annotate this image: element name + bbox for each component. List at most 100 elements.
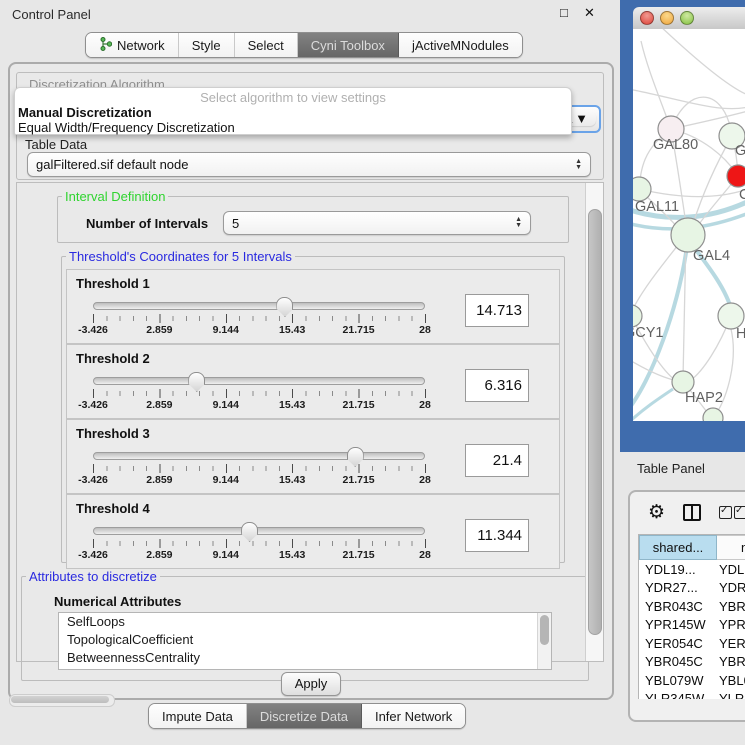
node-label: HAP2 bbox=[685, 390, 723, 406]
cell[interactable]: YPR145W bbox=[639, 617, 715, 632]
slider-ticks bbox=[93, 464, 425, 474]
threshold-2-value-field[interactable]: 6.316 bbox=[465, 369, 529, 402]
interval-definition-group: Interval Definition Number of Intervals … bbox=[57, 189, 569, 243]
cell[interactable]: YER054C bbox=[639, 636, 715, 651]
columns-icon[interactable] bbox=[683, 504, 701, 521]
node-gcy1[interactable] bbox=[633, 305, 642, 327]
slider-tick-labels: -3.426 2.859 9.144 15.43 21.715 28 bbox=[93, 399, 425, 412]
table-horizontal-scrollbar[interactable] bbox=[9, 694, 115, 707]
threshold-3-label: Threshold 3 bbox=[76, 426, 150, 441]
tick-label: 21.715 bbox=[343, 324, 375, 336]
table-panel-title: Table Panel bbox=[637, 461, 705, 476]
table-row[interactable]: YPR145WYPR1 bbox=[639, 616, 745, 635]
checkbox-icon[interactable] bbox=[734, 506, 745, 519]
zoom-window-icon[interactable] bbox=[680, 11, 694, 25]
algorithm-option-manual[interactable]: Manual Discretization bbox=[15, 105, 571, 120]
threshold-1-value-field[interactable]: 14.713 bbox=[465, 294, 529, 327]
slider-tick-labels: -3.426 2.859 9.144 15.43 21.715 28 bbox=[93, 549, 425, 562]
table-row[interactable]: YDR27...YDR2 bbox=[639, 579, 745, 598]
cell[interactable]: YBR0 bbox=[715, 599, 745, 614]
gear-icon[interactable]: ⚙ bbox=[648, 503, 665, 522]
minimize-window-icon[interactable] bbox=[660, 11, 674, 25]
slider-ticks bbox=[93, 314, 425, 324]
algorithm-dropdown-popup: Select algorithm to view settings Manual… bbox=[14, 87, 572, 135]
column-header-shared[interactable]: shared... bbox=[639, 535, 717, 560]
threshold-3-value-field[interactable]: 21.4 bbox=[465, 444, 529, 477]
number-of-intervals-value: 5 bbox=[232, 216, 239, 231]
numerical-attributes-list[interactable]: SelfLoops TopologicalCoefficient Between… bbox=[58, 612, 552, 670]
network-window-frame: GAL80 GA C GAL11 GAL4 GCY1 H HAP2 bbox=[620, 0, 745, 452]
threshold-4-value-field[interactable]: 11.344 bbox=[465, 519, 529, 552]
tick-label: 28 bbox=[419, 399, 431, 411]
tick-label: -3.426 bbox=[78, 474, 108, 486]
tick-label: 15.43 bbox=[279, 324, 305, 336]
network-canvas[interactable]: GAL80 GA C GAL11 GAL4 GCY1 H HAP2 bbox=[633, 29, 745, 421]
settings-scroll-panel: Interval Definition Number of Intervals … bbox=[16, 182, 604, 662]
table-data-combobox[interactable]: galFiltered.sif default node ▲▼ bbox=[27, 152, 591, 177]
tab-style[interactable]: Style bbox=[179, 33, 235, 57]
tick-label: -3.426 bbox=[78, 549, 108, 561]
tab-jactivemnodules[interactable]: jActiveMNodules bbox=[399, 33, 522, 57]
cell[interactable]: YBR045C bbox=[639, 654, 715, 669]
cell[interactable]: YLR3 bbox=[715, 691, 745, 699]
threshold-1-slider[interactable]: -3.426 2.859 9.144 15.43 21.715 28 bbox=[93, 302, 425, 337]
tick-label: 15.43 bbox=[279, 549, 305, 561]
node-table[interactable]: shared... na YDL19...YDL1 YDR27...YDR2 Y… bbox=[638, 534, 745, 699]
float-panel-icon[interactable]: □ bbox=[560, 5, 568, 20]
thresholds-group-title: Threshold's Coordinates for 5 Intervals bbox=[66, 249, 295, 264]
tick-label: 9.144 bbox=[213, 324, 239, 336]
number-of-intervals-combobox[interactable]: 5 ▲▼ bbox=[223, 211, 531, 235]
checkbox-icon[interactable] bbox=[719, 506, 732, 519]
cell[interactable]: YDR27... bbox=[639, 580, 715, 595]
table-row[interactable]: YBR045CYBR0 bbox=[639, 653, 745, 672]
cell[interactable]: YBL079W bbox=[639, 673, 715, 688]
table-row[interactable]: YLR345WYLR3 bbox=[639, 690, 745, 700]
cell[interactable]: YDL1 bbox=[715, 562, 745, 577]
settings-scrollbar[interactable] bbox=[585, 183, 603, 661]
threshold-4-slider[interactable]: -3.426 2.859 9.144 15.43 21.715 28 bbox=[93, 527, 425, 562]
tick-label: 9.144 bbox=[213, 474, 239, 486]
cell[interactable]: YDL19... bbox=[639, 562, 715, 577]
table-row[interactable]: YDL19...YDL1 bbox=[639, 560, 745, 579]
threshold-1-label: Threshold 1 bbox=[76, 276, 150, 291]
threshold-2-label: Threshold 2 bbox=[76, 351, 150, 366]
table-row[interactable]: YBL079WYBL0 bbox=[639, 671, 745, 690]
tick-label: 9.144 bbox=[213, 549, 239, 561]
cell[interactable]: YBR043C bbox=[639, 599, 715, 614]
list-item[interactable]: BetweennessCentrality bbox=[59, 649, 551, 667]
list-item[interactable]: TopologicalCoefficient bbox=[59, 631, 551, 649]
algorithm-option-equal-width[interactable]: Equal Width/Frequency Discretization bbox=[15, 120, 571, 135]
tick-label: 21.715 bbox=[343, 474, 375, 486]
cell[interactable]: YLR345W bbox=[639, 691, 715, 699]
table-row[interactable]: YER054CYER0 bbox=[639, 634, 745, 653]
threshold-2-slider[interactable]: -3.426 2.859 9.144 15.43 21.715 28 bbox=[93, 377, 425, 412]
tab-cyni-toolbox[interactable]: Cyni Toolbox bbox=[298, 33, 399, 57]
list-scrollbar[interactable] bbox=[537, 613, 551, 669]
table-row[interactable]: YBR043CYBR0 bbox=[639, 597, 745, 616]
tab-network[interactable]: Network bbox=[86, 33, 179, 57]
network-window-titlebar[interactable] bbox=[633, 7, 745, 30]
tick-label: 2.859 bbox=[146, 399, 172, 411]
apply-button[interactable]: Apply bbox=[281, 672, 341, 696]
threshold-3-slider[interactable]: -3.426 2.859 9.144 15.43 21.715 28 bbox=[93, 452, 425, 487]
tab-label: Network bbox=[117, 38, 165, 53]
tab-select[interactable]: Select bbox=[235, 33, 298, 57]
tab-discretize-data[interactable]: Discretize Data bbox=[247, 704, 362, 728]
tick-label: 21.715 bbox=[343, 399, 375, 411]
node-selected[interactable] bbox=[727, 165, 745, 187]
close-panel-icon[interactable]: ✕ bbox=[584, 5, 595, 21]
tab-infer-network[interactable]: Infer Network bbox=[362, 704, 465, 728]
list-item[interactable]: SelfLoops bbox=[59, 613, 551, 631]
node-gal11[interactable] bbox=[633, 177, 651, 201]
cell[interactable]: YER0 bbox=[715, 636, 745, 651]
cell[interactable]: YBL0 bbox=[715, 673, 745, 688]
node-gal4[interactable] bbox=[671, 218, 705, 252]
tab-impute-data[interactable]: Impute Data bbox=[149, 704, 247, 728]
column-header-name[interactable]: na bbox=[717, 535, 745, 560]
cell[interactable]: YPR1 bbox=[715, 617, 745, 632]
table-panel: ⚙ shared... na YDL19...YDL1 YDR27...YDR2… bbox=[628, 490, 745, 722]
cell[interactable]: YBR0 bbox=[715, 654, 745, 669]
tick-label: -3.426 bbox=[78, 399, 108, 411]
cell[interactable]: YDR2 bbox=[715, 580, 745, 595]
close-window-icon[interactable] bbox=[640, 11, 654, 25]
